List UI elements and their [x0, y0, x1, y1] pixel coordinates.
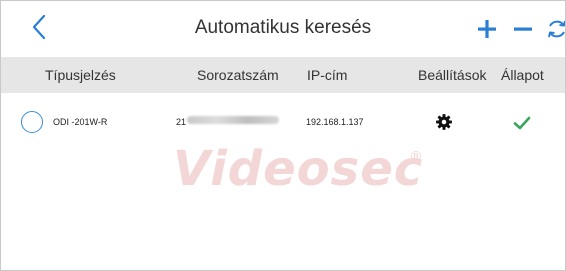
column-header-type[interactable]: Típusjelzés — [45, 67, 116, 83]
top-bar: Automatikus keresés — [1, 1, 565, 57]
app-window: Automatikus keresés Típusjelzés Sorozats… — [0, 0, 566, 271]
plus-icon[interactable] — [475, 17, 499, 41]
column-header-status[interactable]: Állapot — [501, 67, 544, 83]
serial-redaction — [187, 116, 279, 124]
gear-icon[interactable] — [435, 113, 453, 131]
registered-mark: ® — [409, 149, 424, 165]
column-header-ip[interactable]: IP-cím — [307, 67, 347, 83]
page-title: Automatikus keresés — [194, 17, 372, 38]
device-serial: 21 — [176, 117, 187, 127]
column-header-serial[interactable]: Sorozatszám — [197, 67, 279, 83]
chevron-left-icon[interactable] — [27, 13, 51, 41]
column-header-settings[interactable]: Beállítások — [418, 67, 486, 83]
watermark-text: Videosec — [173, 141, 424, 197]
device-ip: 192.168.1.137 — [306, 117, 364, 127]
table-header: Típusjelzés Sorozatszám IP-cím Beállítás… — [1, 57, 565, 93]
select-radio[interactable] — [21, 111, 43, 133]
refresh-icon[interactable] — [545, 17, 566, 41]
minus-icon[interactable] — [511, 17, 535, 41]
watermark: Videosec ® — [173, 141, 433, 201]
device-model: ODI -201W-R — [53, 117, 108, 127]
check-icon — [513, 116, 531, 130]
